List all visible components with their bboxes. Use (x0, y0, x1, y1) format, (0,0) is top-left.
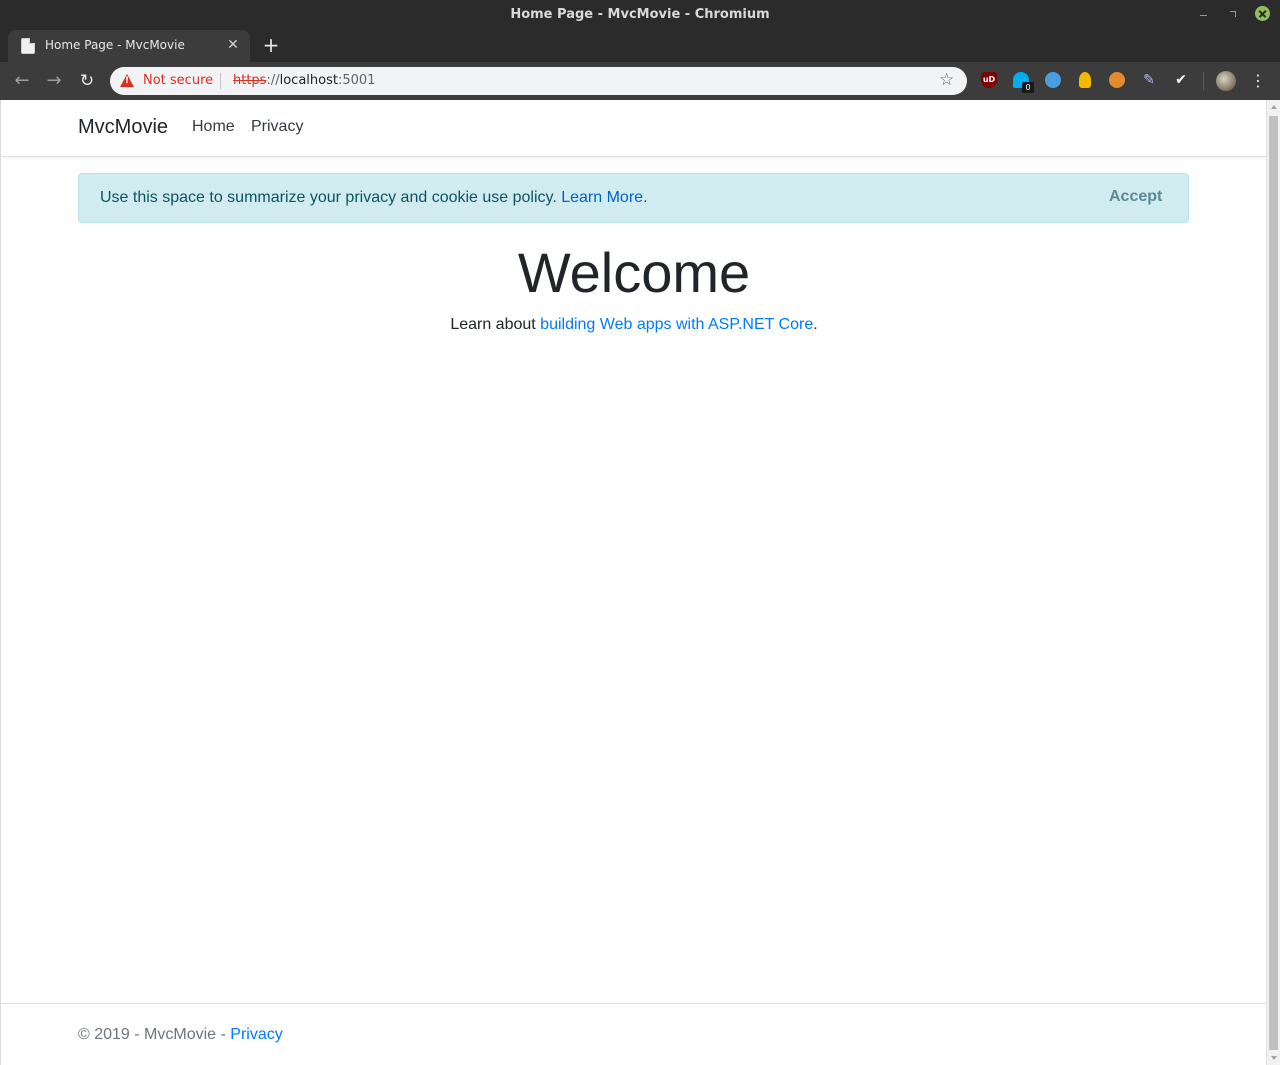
page-viewport: MvcMovie Home Privacy Use this space to … (0, 100, 1266, 1065)
tab-strip: Home Page - MvcMovie ✕ + (0, 30, 1280, 62)
tab-home-page[interactable]: Home Page - MvcMovie ✕ (8, 30, 250, 62)
cookie-period: . (643, 189, 648, 206)
page-scrollbar[interactable] (1266, 100, 1280, 1065)
learn-about-text: Learn about building Web apps with ASP.N… (1, 316, 1266, 334)
reload-button[interactable]: ↻ (75, 69, 99, 93)
bookmark-star-icon[interactable]: ☆ (939, 70, 954, 90)
browser-toolbar: ← → ↻ Not secure https://localhost:5001 … (0, 62, 1280, 100)
url-separator: :// (266, 73, 280, 88)
url-text[interactable]: https://localhost:5001 (233, 73, 375, 88)
tab-title: Home Page - MvcMovie (45, 38, 185, 52)
new-tab-button[interactable]: + (260, 34, 282, 56)
close-window-icon[interactable] (1255, 6, 1270, 21)
page-favicon-icon (21, 38, 35, 54)
address-bar[interactable]: Not secure https://localhost:5001 ☆ (110, 67, 967, 95)
accept-cookies-button[interactable]: Accept (1109, 188, 1162, 206)
footer-privacy-link[interactable]: Privacy (230, 1026, 282, 1043)
learn-more-link[interactable]: Learn More (561, 189, 643, 206)
url-host: localhost (279, 73, 338, 88)
aspnet-core-docs-link[interactable]: building Web apps with ASP.NET Core (540, 316, 813, 333)
site-footer: © 2019 - MvcMovie - Privacy (1, 1003, 1266, 1065)
nav-privacy-link[interactable]: Privacy (251, 118, 303, 136)
maximize-icon[interactable] (1225, 6, 1241, 22)
window-titlebar: Home Page - MvcMovie - Chromium (0, 0, 1280, 30)
site-navbar: MvcMovie Home Privacy (1, 100, 1266, 157)
security-status[interactable]: Not secure (143, 73, 213, 88)
toolbar-divider (1203, 72, 1204, 90)
url-port: :5001 (337, 73, 376, 88)
forward-button[interactable]: → (42, 69, 66, 93)
learn-prefix: Learn about (450, 316, 541, 333)
url-divider (220, 73, 221, 89)
ublock-extension-icon[interactable]: uD (981, 72, 997, 88)
cookie-extension-icon[interactable] (1109, 72, 1125, 88)
scroll-down-arrow-icon[interactable] (1271, 1056, 1277, 1060)
tab-close-icon[interactable]: ✕ (226, 38, 240, 52)
scroll-up-arrow-icon[interactable] (1271, 105, 1277, 109)
ghostery-badge: 0 (1022, 82, 1034, 93)
footer-text: © 2019 - MvcMovie - Privacy (78, 1026, 283, 1044)
copyright-text: © 2019 - MvcMovie - (78, 1026, 231, 1043)
lightbulb-extension-icon[interactable] (1079, 72, 1091, 88)
profile-avatar[interactable] (1216, 71, 1236, 91)
welcome-heading: Welcome (517, 241, 751, 304)
site-brand[interactable]: MvcMovie (78, 116, 168, 139)
warning-icon[interactable] (120, 74, 134, 87)
checkmark-extension-icon[interactable]: ✔ (1173, 72, 1189, 88)
pen-extension-icon[interactable]: ✎ (1141, 72, 1157, 88)
back-button[interactable]: ← (10, 69, 34, 93)
window-title: Home Page - MvcMovie - Chromium (510, 7, 770, 22)
browser-menu-icon[interactable]: ⋮ (1250, 69, 1266, 93)
learn-suffix: . (813, 316, 818, 333)
url-scheme: https (233, 73, 267, 88)
scrollbar-thumb[interactable] (1269, 116, 1278, 1050)
cookie-consent-alert: Use this space to summarize your privacy… (78, 173, 1189, 223)
minimize-icon[interactable] (1196, 6, 1212, 22)
nav-home-link[interactable]: Home (192, 118, 235, 136)
compass-extension-icon[interactable] (1045, 72, 1061, 88)
cookie-policy-message: Use this space to summarize your privacy… (100, 189, 562, 206)
cookie-consent-text: Use this space to summarize your privacy… (100, 189, 648, 207)
